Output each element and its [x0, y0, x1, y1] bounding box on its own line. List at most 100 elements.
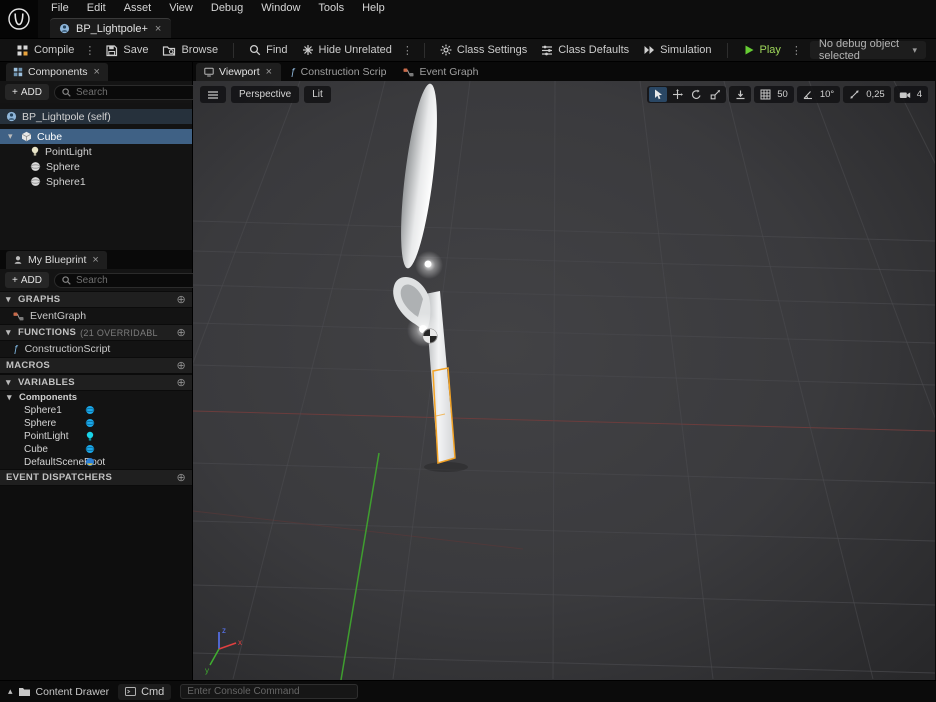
tree-row-cube[interactable]: ▾ Cube [0, 129, 192, 144]
components-search-input[interactable] [75, 86, 208, 98]
function-icon: ƒ [13, 343, 19, 355]
event-dispatchers-section-header[interactable]: EVENT DISPATCHERS ⊕ [0, 469, 192, 486]
add-component-button[interactable]: + ADD [5, 84, 49, 100]
my-blueprint-search[interactable] [53, 272, 216, 288]
surface-snap-icon[interactable] [731, 87, 749, 102]
menu-debug[interactable]: Debug [202, 1, 252, 15]
graphs-section-header[interactable]: ▾ GRAPHS ⊕ [0, 291, 192, 308]
class-settings-button[interactable]: Class Settings [434, 40, 533, 60]
variables-section-header[interactable]: ▾ VARIABLES ⊕ [0, 374, 192, 391]
my-blueprint-add-row: + ADD [0, 269, 233, 291]
construction-script-icon: ƒ [290, 66, 296, 78]
function-item-constructionscript[interactable]: ƒ ConstructionScript [0, 341, 192, 357]
simulation-button[interactable]: Simulation [637, 40, 717, 60]
variable-row-sphere1[interactable]: Sphere1 [0, 404, 192, 417]
tab-components[interactable]: Components × [6, 63, 108, 81]
add-event-dispatcher-button[interactable]: ⊕ [176, 471, 186, 484]
viewport-topright-controls: 50 10° 0,25 4 [647, 86, 928, 103]
menu-tools[interactable]: Tools [309, 1, 353, 15]
close-tab-icon[interactable]: × [265, 66, 273, 78]
close-panel-icon[interactable]: × [93, 66, 101, 78]
compile-button[interactable]: Compile [10, 40, 80, 60]
viewport-options-menu-button[interactable] [200, 86, 226, 103]
select-tool-icon[interactable] [649, 87, 668, 102]
find-button[interactable]: Find [243, 40, 293, 60]
rotation-snap-group[interactable]: 10° [796, 86, 841, 103]
chevron-down-icon: ▾ [6, 377, 11, 387]
tree-row-pointlight[interactable]: PointLight [0, 144, 192, 159]
chevron-down-icon: ▾ [7, 392, 12, 402]
components-icon [13, 67, 23, 77]
debug-object-dropdown[interactable]: No debug object selected ▾ [809, 38, 926, 62]
menu-window[interactable]: Window [252, 1, 309, 15]
lit-dropdown[interactable]: Lit [304, 86, 331, 103]
functions-section-header[interactable]: ▾ FUNCTIONS (21 OVERRIDABL ⊕ [0, 324, 192, 341]
tab-event-graph[interactable]: Event Graph [395, 63, 486, 81]
tab-construction-script[interactable]: ƒ Construction Scrip [282, 63, 394, 81]
my-blueprint-empty-area [0, 486, 192, 680]
search-icon [62, 275, 71, 285]
tab-viewport[interactable]: Viewport × [196, 63, 282, 81]
scale-snap-group[interactable]: 0,25 [843, 86, 891, 103]
add-macro-button[interactable]: ⊕ [176, 359, 186, 372]
workspace: Components × + ADD Search BP_Lightpole (… [0, 62, 936, 680]
menu-asset[interactable]: Asset [115, 1, 161, 15]
variable-row-pointlight[interactable]: PointLight [0, 430, 192, 443]
compile-options-kebab[interactable]: ⋮ [82, 44, 97, 57]
my-blueprint-tab-bar: My Blueprint × [0, 250, 192, 269]
my-blueprint-body: ▾ GRAPHS ⊕ EventGraph ▾ FUNCTIONS (21 OV… [0, 291, 192, 680]
tab-my-blueprint[interactable]: My Blueprint × [6, 251, 107, 269]
asset-tab-label: BP_Lightpole+ [76, 22, 148, 35]
hide-unrelated-button[interactable]: Hide Unrelated [296, 40, 398, 60]
menu-help[interactable]: Help [353, 1, 394, 15]
viewport-3d-canvas[interactable]: x y z Perspective Lit 50 10° 0,25 4 [193, 81, 935, 680]
close-tab-icon[interactable]: × [154, 23, 162, 35]
sphere-variable-icon [85, 405, 95, 415]
content-drawer-button[interactable]: ▴ Content Drawer [8, 686, 109, 698]
class-defaults-button[interactable]: Class Defaults [535, 40, 635, 60]
play-options-kebab[interactable]: ⋮ [789, 44, 804, 57]
add-variable-button[interactable]: ⊕ [176, 376, 186, 389]
hide-unrelated-options-kebab[interactable]: ⋮ [400, 44, 415, 57]
menu-edit[interactable]: Edit [78, 1, 115, 15]
variable-row-cube[interactable]: Cube [0, 443, 192, 456]
tree-row-sphere[interactable]: Sphere [0, 159, 192, 174]
menu-view[interactable]: View [160, 1, 202, 15]
asset-tab-bp-lightpole[interactable]: BP_Lightpole+ × [50, 18, 172, 38]
grid-snap-group[interactable]: 50 [754, 86, 794, 103]
macros-section-header[interactable]: MACROS ⊕ [0, 357, 192, 374]
add-graph-button[interactable]: ⊕ [176, 293, 186, 306]
add-function-button[interactable]: ⊕ [176, 326, 186, 339]
variable-row-defaultsceneroot[interactable]: DefaultSceneRoot [0, 456, 192, 469]
camera-speed-group[interactable]: 4 [893, 86, 928, 103]
save-icon [105, 44, 118, 57]
menu-file[interactable]: File [42, 1, 78, 15]
tree-row-sphere1[interactable]: Sphere1 [0, 174, 192, 189]
main-toolbar: Compile ⋮ Save Browse Find Hide Unrelate… [0, 38, 936, 62]
add-blueprint-item-button[interactable]: + ADD [5, 272, 49, 288]
my-blueprint-search-input[interactable] [75, 274, 208, 286]
save-button[interactable]: Save [99, 40, 154, 60]
tree-row-bp-lightpole-self[interactable]: BP_Lightpole (self) [0, 109, 192, 124]
rotate-tool-icon[interactable] [687, 87, 705, 102]
graph-item-eventgraph[interactable]: EventGraph [0, 308, 192, 324]
functions-overridable-badge: (21 OVERRIDABL [80, 327, 158, 338]
play-button[interactable]: Play [737, 40, 787, 60]
scale-tool-icon[interactable] [706, 87, 724, 102]
expander-chevron-icon[interactable]: ▾ [8, 131, 16, 142]
close-panel-icon[interactable]: × [91, 254, 99, 266]
chevron-down-icon: ▾ [6, 327, 11, 337]
blueprint-asset-icon [59, 23, 70, 34]
browse-folder-icon [162, 44, 176, 57]
cmd-button[interactable]: Cmd [118, 683, 172, 700]
unreal-logo-icon[interactable] [0, 0, 38, 38]
variables-category-components[interactable]: ▾ Components [0, 391, 192, 404]
snap-group [729, 86, 752, 103]
variable-row-sphere[interactable]: Sphere [0, 417, 192, 430]
perspective-dropdown[interactable]: Perspective [231, 86, 300, 103]
console-command-input[interactable] [180, 684, 359, 699]
components-search[interactable] [53, 84, 216, 100]
move-tool-icon[interactable] [668, 87, 686, 102]
grid-snap-icon [756, 87, 774, 102]
browse-button[interactable]: Browse [156, 40, 224, 60]
